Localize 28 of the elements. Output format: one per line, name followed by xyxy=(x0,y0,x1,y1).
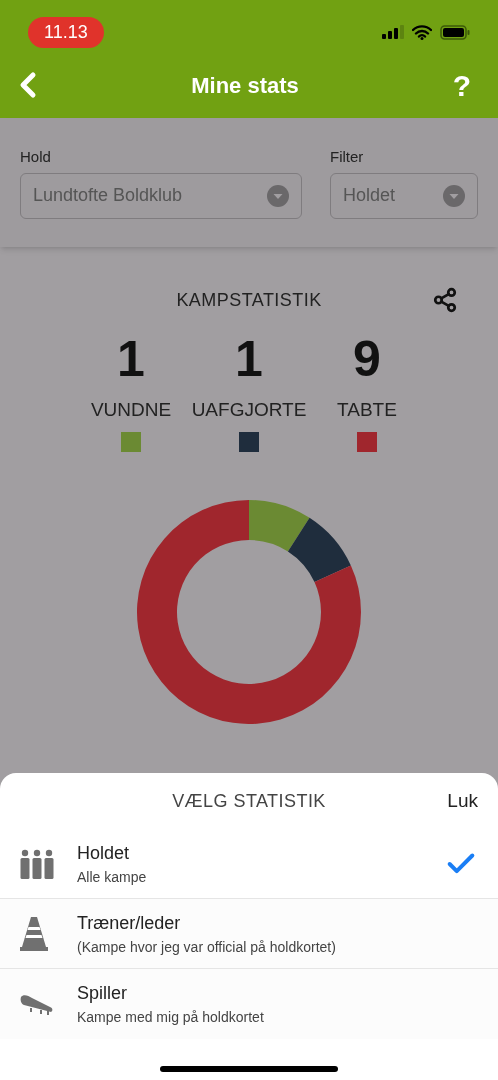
cone-icon xyxy=(20,916,48,951)
option-title: Holdet xyxy=(77,841,131,865)
boot-icon xyxy=(20,993,54,1015)
field-label: Hold xyxy=(20,147,52,167)
sheet-title: VÆLG STATISTIK xyxy=(172,789,326,813)
signal-icon xyxy=(382,25,404,39)
wifi-icon xyxy=(412,24,432,40)
status-time: 11.13 xyxy=(28,16,104,48)
stat-count: 1 xyxy=(117,333,145,384)
stat-label: VUNDNE xyxy=(90,397,172,422)
dropdown-icon xyxy=(267,184,289,207)
close-button[interactable]: Luk xyxy=(447,786,478,816)
stats-title: KAMPSTATISTIK xyxy=(176,288,322,312)
people-icon xyxy=(20,848,54,879)
page-title: Mine stats xyxy=(191,71,299,100)
option-title: Spiller xyxy=(77,982,129,1005)
field-label: Filter xyxy=(330,147,365,167)
stat-count: 9 xyxy=(353,333,381,384)
battery-icon xyxy=(440,24,470,40)
stat-count: 1 xyxy=(235,333,263,384)
option-subtitle: Kampe med mig på holdkortet xyxy=(77,1008,265,1027)
option-title: Træner/leder xyxy=(77,911,182,935)
stat-label: TABTE xyxy=(337,397,397,422)
option-subtitle: (Kampe hvor jeg var official på holdkortet) xyxy=(77,937,337,957)
dropdown-icon xyxy=(443,184,465,207)
share-icon[interactable] xyxy=(432,287,458,313)
option-subtitle: Alle kampe xyxy=(77,867,148,887)
stat-label: UAFGJORTE xyxy=(191,397,307,422)
